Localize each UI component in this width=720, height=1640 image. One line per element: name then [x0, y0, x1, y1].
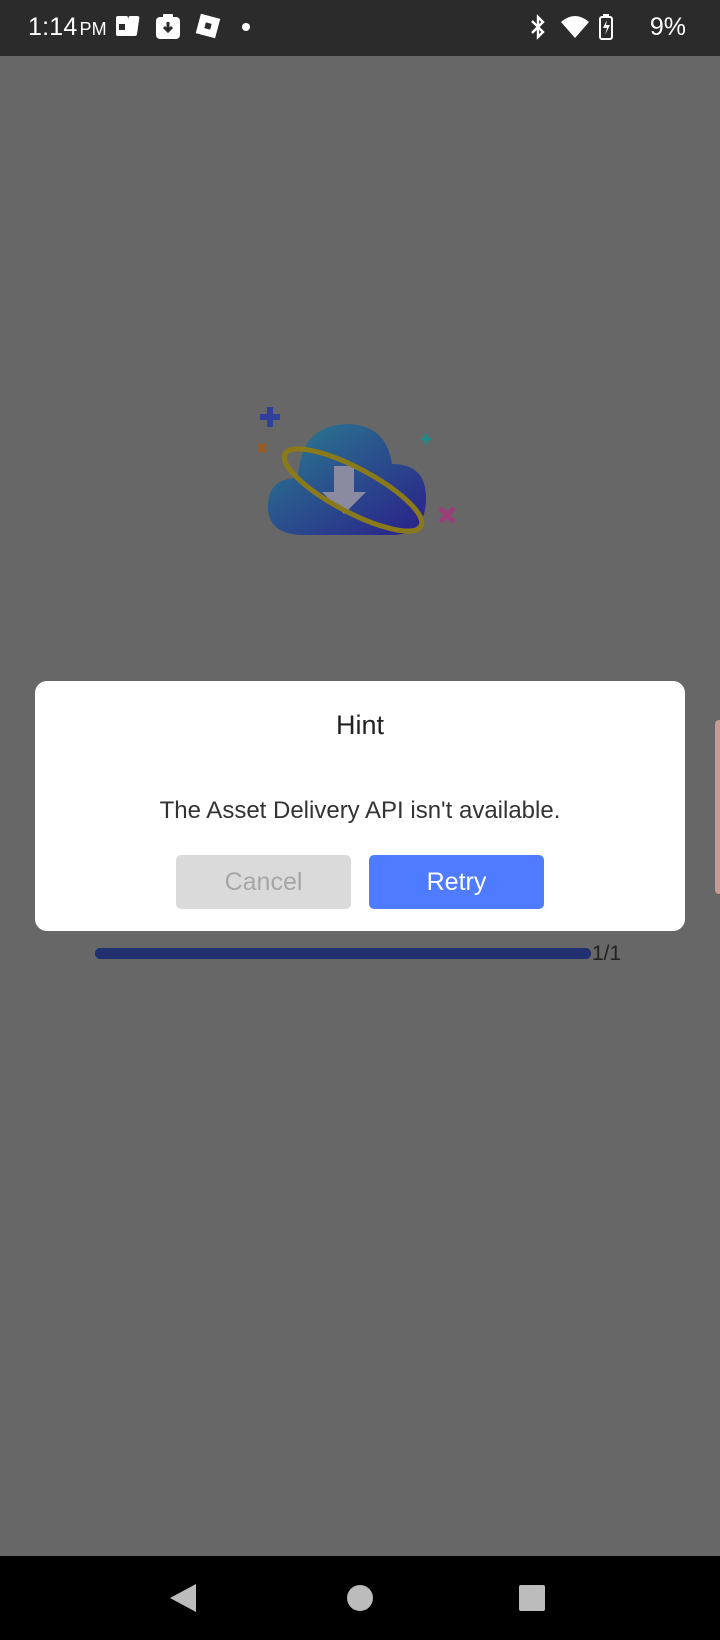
back-icon[interactable] — [164, 1578, 204, 1618]
status-time: 1:14 — [28, 13, 78, 41]
dot-icon — [241, 13, 251, 44]
download-badge-icon — [155, 13, 181, 46]
sim-cards-icon — [115, 13, 141, 44]
wifi-icon — [560, 13, 590, 46]
retry-button[interactable]: Retry — [369, 855, 544, 909]
cloud-download-icon — [256, 400, 458, 550]
battery-charging-icon — [598, 13, 614, 46]
status-clock: 1:14 PM — [28, 13, 107, 42]
hint-dialog: Hint The Asset Delivery API isn't availa… — [35, 681, 685, 931]
progress-count: 1/1 — [592, 942, 622, 965]
recents-icon[interactable] — [512, 1578, 552, 1618]
cancel-button[interactable]: Cancel — [176, 855, 351, 909]
side-panel-handle[interactable] — [715, 720, 720, 894]
progress-bar — [95, 948, 591, 959]
roblox-icon — [195, 13, 221, 44]
navigation-bar — [0, 1556, 720, 1640]
progress-bar-fill — [95, 948, 591, 959]
bluetooth-icon — [528, 13, 548, 46]
dialog-title: Hint — [335, 710, 384, 740]
dialog-message: The Asset Delivery API isn't available. — [159, 797, 561, 824]
home-icon[interactable] — [340, 1578, 380, 1618]
status-ampm: PM — [79, 19, 107, 39]
status-bar: 1:14 PM 9% — [0, 0, 720, 56]
battery-percent: 9% — [649, 13, 686, 41]
